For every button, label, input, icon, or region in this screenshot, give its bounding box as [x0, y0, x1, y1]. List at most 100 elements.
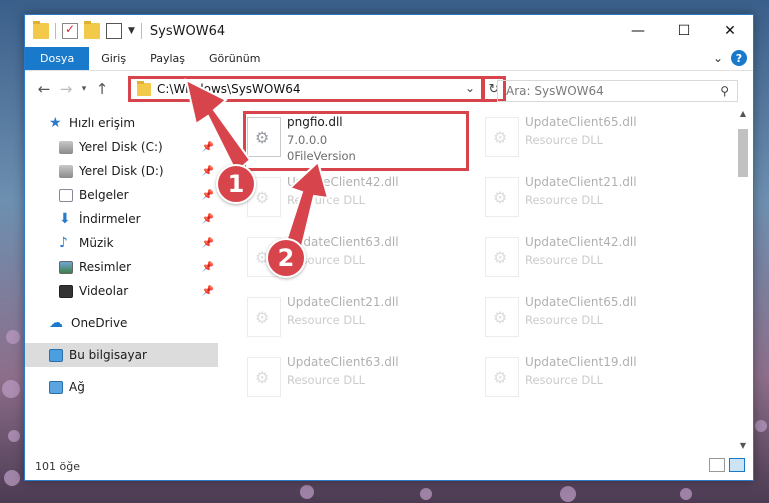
- tab-dosya[interactable]: Dosya: [25, 47, 90, 70]
- sidebar-item-label: Resimler: [79, 260, 132, 274]
- ribbon-tabs: Dosya Giriş Paylaş Görünüm ⌄ ?: [25, 47, 753, 71]
- file-item[interactable]: UpdateClient42.dll Resource DLL: [239, 171, 469, 227]
- expand-ribbon-chevron-icon[interactable]: ⌄: [713, 51, 723, 65]
- sidebar-item-music[interactable]: ♪ Müzik 📌: [25, 231, 218, 255]
- file-item[interactable]: UpdateClient42.dll Resource DLL: [477, 231, 707, 287]
- sidebar-item-label: Belgeler: [79, 188, 129, 202]
- dll-file-icon: [485, 237, 519, 277]
- window-controls: — ☐ ✕: [615, 15, 753, 47]
- sidebar-item-network[interactable]: Ağ: [25, 375, 218, 399]
- minimize-button[interactable]: —: [615, 15, 661, 47]
- ribbon-right-controls: ⌄ ?: [713, 50, 747, 66]
- file-description: Resource DLL: [287, 193, 366, 207]
- scroll-up-arrow-icon[interactable]: ▲: [735, 107, 751, 121]
- file-item[interactable]: UpdateClient65.dll Resource DLL: [477, 111, 707, 167]
- dll-file-icon: [485, 177, 519, 217]
- file-item[interactable]: UpdateClient21.dll Resource DLL: [239, 291, 469, 347]
- sidebar-item-local-disk-d[interactable]: Yerel Disk (D:) 📌: [25, 159, 218, 183]
- properties-check-icon[interactable]: [62, 22, 78, 39]
- scroll-down-arrow-icon[interactable]: ▼: [735, 439, 751, 453]
- search-input-placeholder: Ara: SysWOW64: [506, 84, 604, 98]
- customize-toolbar-dropdown-icon[interactable]: ▼: [128, 26, 135, 36]
- documents-icon: [59, 188, 73, 202]
- file-item[interactable]: UpdateClient19.dll Resource DLL: [477, 351, 707, 407]
- address-bar[interactable]: C:\Windows\SysWOW64 ⌄: [128, 76, 484, 102]
- file-name: UpdateClient19.dll: [525, 355, 637, 369]
- file-description: Resource DLL: [525, 253, 604, 267]
- navigation-pane: ★ Hızlı erişim Yerel Disk (C:) 📌 Yerel D…: [25, 107, 218, 447]
- maximize-button[interactable]: ☐: [661, 15, 707, 47]
- back-button[interactable]: ←: [33, 80, 55, 98]
- file-item[interactable]: UpdateClient21.dll Resource DLL: [477, 171, 707, 227]
- star-icon: ★: [49, 115, 62, 131]
- file-explorer-window: ▼ SysWOW64 — ☐ ✕ Dosya Giriş Paylaş Görü…: [24, 14, 754, 481]
- search-box[interactable]: Ara: SysWOW64 ⚲: [497, 80, 738, 102]
- search-icon[interactable]: ⚲: [720, 84, 729, 98]
- file-name: UpdateClient63.dll: [287, 355, 399, 369]
- navigation-bar: ← → ▾ ↑ C:\Windows\SysWOW64 ⌄ ↻ Ara: Sys…: [25, 71, 753, 107]
- dll-file-icon: [485, 297, 519, 337]
- title-bar: ▼ SysWOW64 — ☐ ✕: [25, 15, 753, 47]
- file-description: Resource DLL: [525, 133, 604, 147]
- sidebar-item-label: Ağ: [69, 380, 85, 394]
- sidebar-item-pictures[interactable]: Resimler 📌: [25, 255, 218, 279]
- pin-icon: 📌: [201, 165, 214, 177]
- sidebar-item-onedrive[interactable]: ☁ OneDrive: [25, 311, 218, 335]
- sidebar-item-label: Hızlı erişim: [69, 116, 136, 130]
- help-icon[interactable]: ?: [731, 50, 747, 66]
- separator: [55, 23, 56, 39]
- item-count: 101 öğe: [35, 459, 80, 473]
- folder-icon: [33, 21, 49, 39]
- callout-badge-1: 1: [216, 164, 256, 204]
- forward-button[interactable]: →: [55, 80, 77, 98]
- pin-icon: 📌: [201, 285, 214, 297]
- sidebar-item-downloads[interactable]: ⬇ İndirmeler 📌: [25, 207, 218, 231]
- file-item[interactable]: UpdateClient65.dll Resource DLL: [477, 291, 707, 347]
- this-pc-icon: [49, 348, 63, 362]
- new-folder-icon[interactable]: [84, 21, 100, 39]
- file-description: Resource DLL: [525, 313, 604, 327]
- sidebar-item-videos[interactable]: Videolar 📌: [25, 279, 218, 303]
- file-item[interactable]: UpdateClient63.dll Resource DLL: [239, 351, 469, 407]
- sidebar-item-this-pc[interactable]: Bu bilgisayar: [25, 343, 218, 367]
- disk-icon: [59, 140, 73, 154]
- sidebar-item-label: Videolar: [79, 284, 129, 298]
- pin-icon: 📌: [201, 141, 214, 153]
- tab-gorunum[interactable]: Görünüm: [197, 47, 272, 70]
- view-options-icon[interactable]: [106, 23, 122, 39]
- sidebar-item-local-disk-c[interactable]: Yerel Disk (C:) 📌: [25, 135, 218, 159]
- large-icons-view-icon[interactable]: [729, 458, 745, 472]
- downloads-icon: ⬇: [59, 211, 71, 227]
- file-name: UpdateClient42.dll: [287, 175, 399, 189]
- up-button[interactable]: ↑: [91, 80, 113, 98]
- close-button[interactable]: ✕: [707, 15, 753, 47]
- dll-file-icon: [485, 117, 519, 157]
- dll-file-icon: [247, 357, 281, 397]
- scroll-thumb[interactable]: [738, 129, 748, 177]
- recent-locations-dropdown[interactable]: ▾: [77, 84, 91, 94]
- dll-file-icon: [247, 297, 281, 337]
- sidebar-item-label: Bu bilgisayar: [69, 348, 147, 362]
- vertical-scrollbar[interactable]: ▲ ▼: [735, 107, 751, 453]
- view-toggle: [709, 458, 745, 472]
- address-dropdown-chevron-icon[interactable]: ⌄: [465, 81, 475, 95]
- disk-icon: [59, 164, 73, 178]
- status-bar: 101 öğe: [25, 452, 753, 480]
- file-description: Resource DLL: [525, 373, 604, 387]
- quick-access-toolbar: ▼: [25, 21, 142, 39]
- window-title: SysWOW64: [149, 23, 226, 39]
- sidebar-item-documents[interactable]: Belgeler 📌: [25, 183, 218, 207]
- pin-icon: 📌: [201, 213, 214, 225]
- pictures-icon: [59, 260, 73, 274]
- file-list: pngfio.dll 7.0.0.0 0FileVersion UpdateCl…: [225, 107, 734, 447]
- sidebar-item-quick-access[interactable]: ★ Hızlı erişim: [25, 111, 218, 135]
- videos-icon: [59, 284, 73, 298]
- file-name: UpdateClient65.dll: [525, 295, 637, 309]
- pin-icon: 📌: [201, 189, 214, 201]
- tab-paylas[interactable]: Paylaş: [138, 47, 197, 70]
- file-name: UpdateClient21.dll: [287, 295, 399, 309]
- tab-giris[interactable]: Giriş: [89, 47, 138, 70]
- details-view-icon[interactable]: [709, 458, 725, 472]
- pin-icon: 📌: [201, 237, 214, 249]
- folder-icon: [137, 80, 151, 96]
